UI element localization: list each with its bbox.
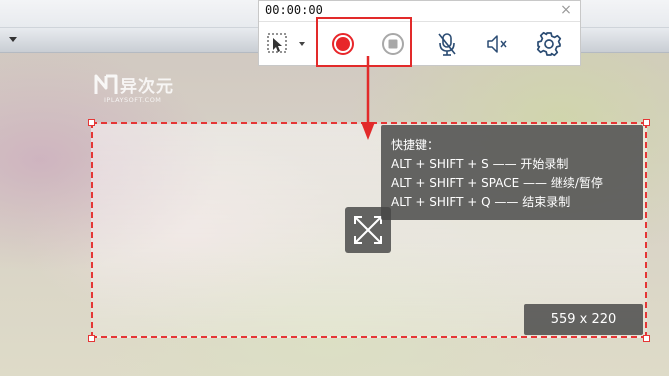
- recording-timer: 00:00:00: [265, 3, 323, 17]
- watermark-title: 异次元: [120, 77, 174, 97]
- hotkey-hint-title: 快捷键：: [391, 138, 440, 152]
- resize-handle-top-left[interactable]: [88, 119, 95, 126]
- speaker-toggle-button[interactable]: [481, 28, 513, 60]
- annotation-arrow-icon: [361, 56, 375, 140]
- region-size-badge: 559 x 220: [524, 304, 643, 335]
- resize-handle-bottom-left[interactable]: [88, 335, 95, 342]
- resize-handle-bottom-right[interactable]: [643, 335, 650, 342]
- hotkey-hint-panel: 快捷键： ALT + SHIFT + S —— 开始录制 ALT + SHIFT…: [381, 125, 643, 220]
- dropdown-caret-icon[interactable]: [9, 37, 17, 42]
- close-button[interactable]: ×: [557, 1, 575, 19]
- watermark-subtitle: IPLAYSOFT.COM: [104, 96, 162, 104]
- recorder-toolbar: 00:00:00 ×: [258, 0, 581, 66]
- speaker-muted-icon: [487, 35, 507, 53]
- region-select-button[interactable]: [265, 28, 305, 60]
- hotkey-stop: ALT + SHIFT + Q —— 结束录制: [391, 195, 571, 209]
- microphone-muted-icon: [438, 33, 456, 56]
- hotkey-start: ALT + SHIFT + S —— 开始录制: [391, 157, 569, 171]
- resize-handle-top-right[interactable]: [643, 119, 650, 126]
- settings-button[interactable]: [533, 28, 565, 60]
- region-select-icon: [267, 33, 305, 53]
- hotkey-pause: ALT + SHIFT + SPACE —— 继续/暂停: [391, 176, 603, 190]
- microphone-toggle-button[interactable]: [431, 28, 463, 60]
- gear-icon: [536, 31, 562, 57]
- watermark-logo-icon: [94, 74, 118, 94]
- toolbar-divider: [259, 21, 580, 22]
